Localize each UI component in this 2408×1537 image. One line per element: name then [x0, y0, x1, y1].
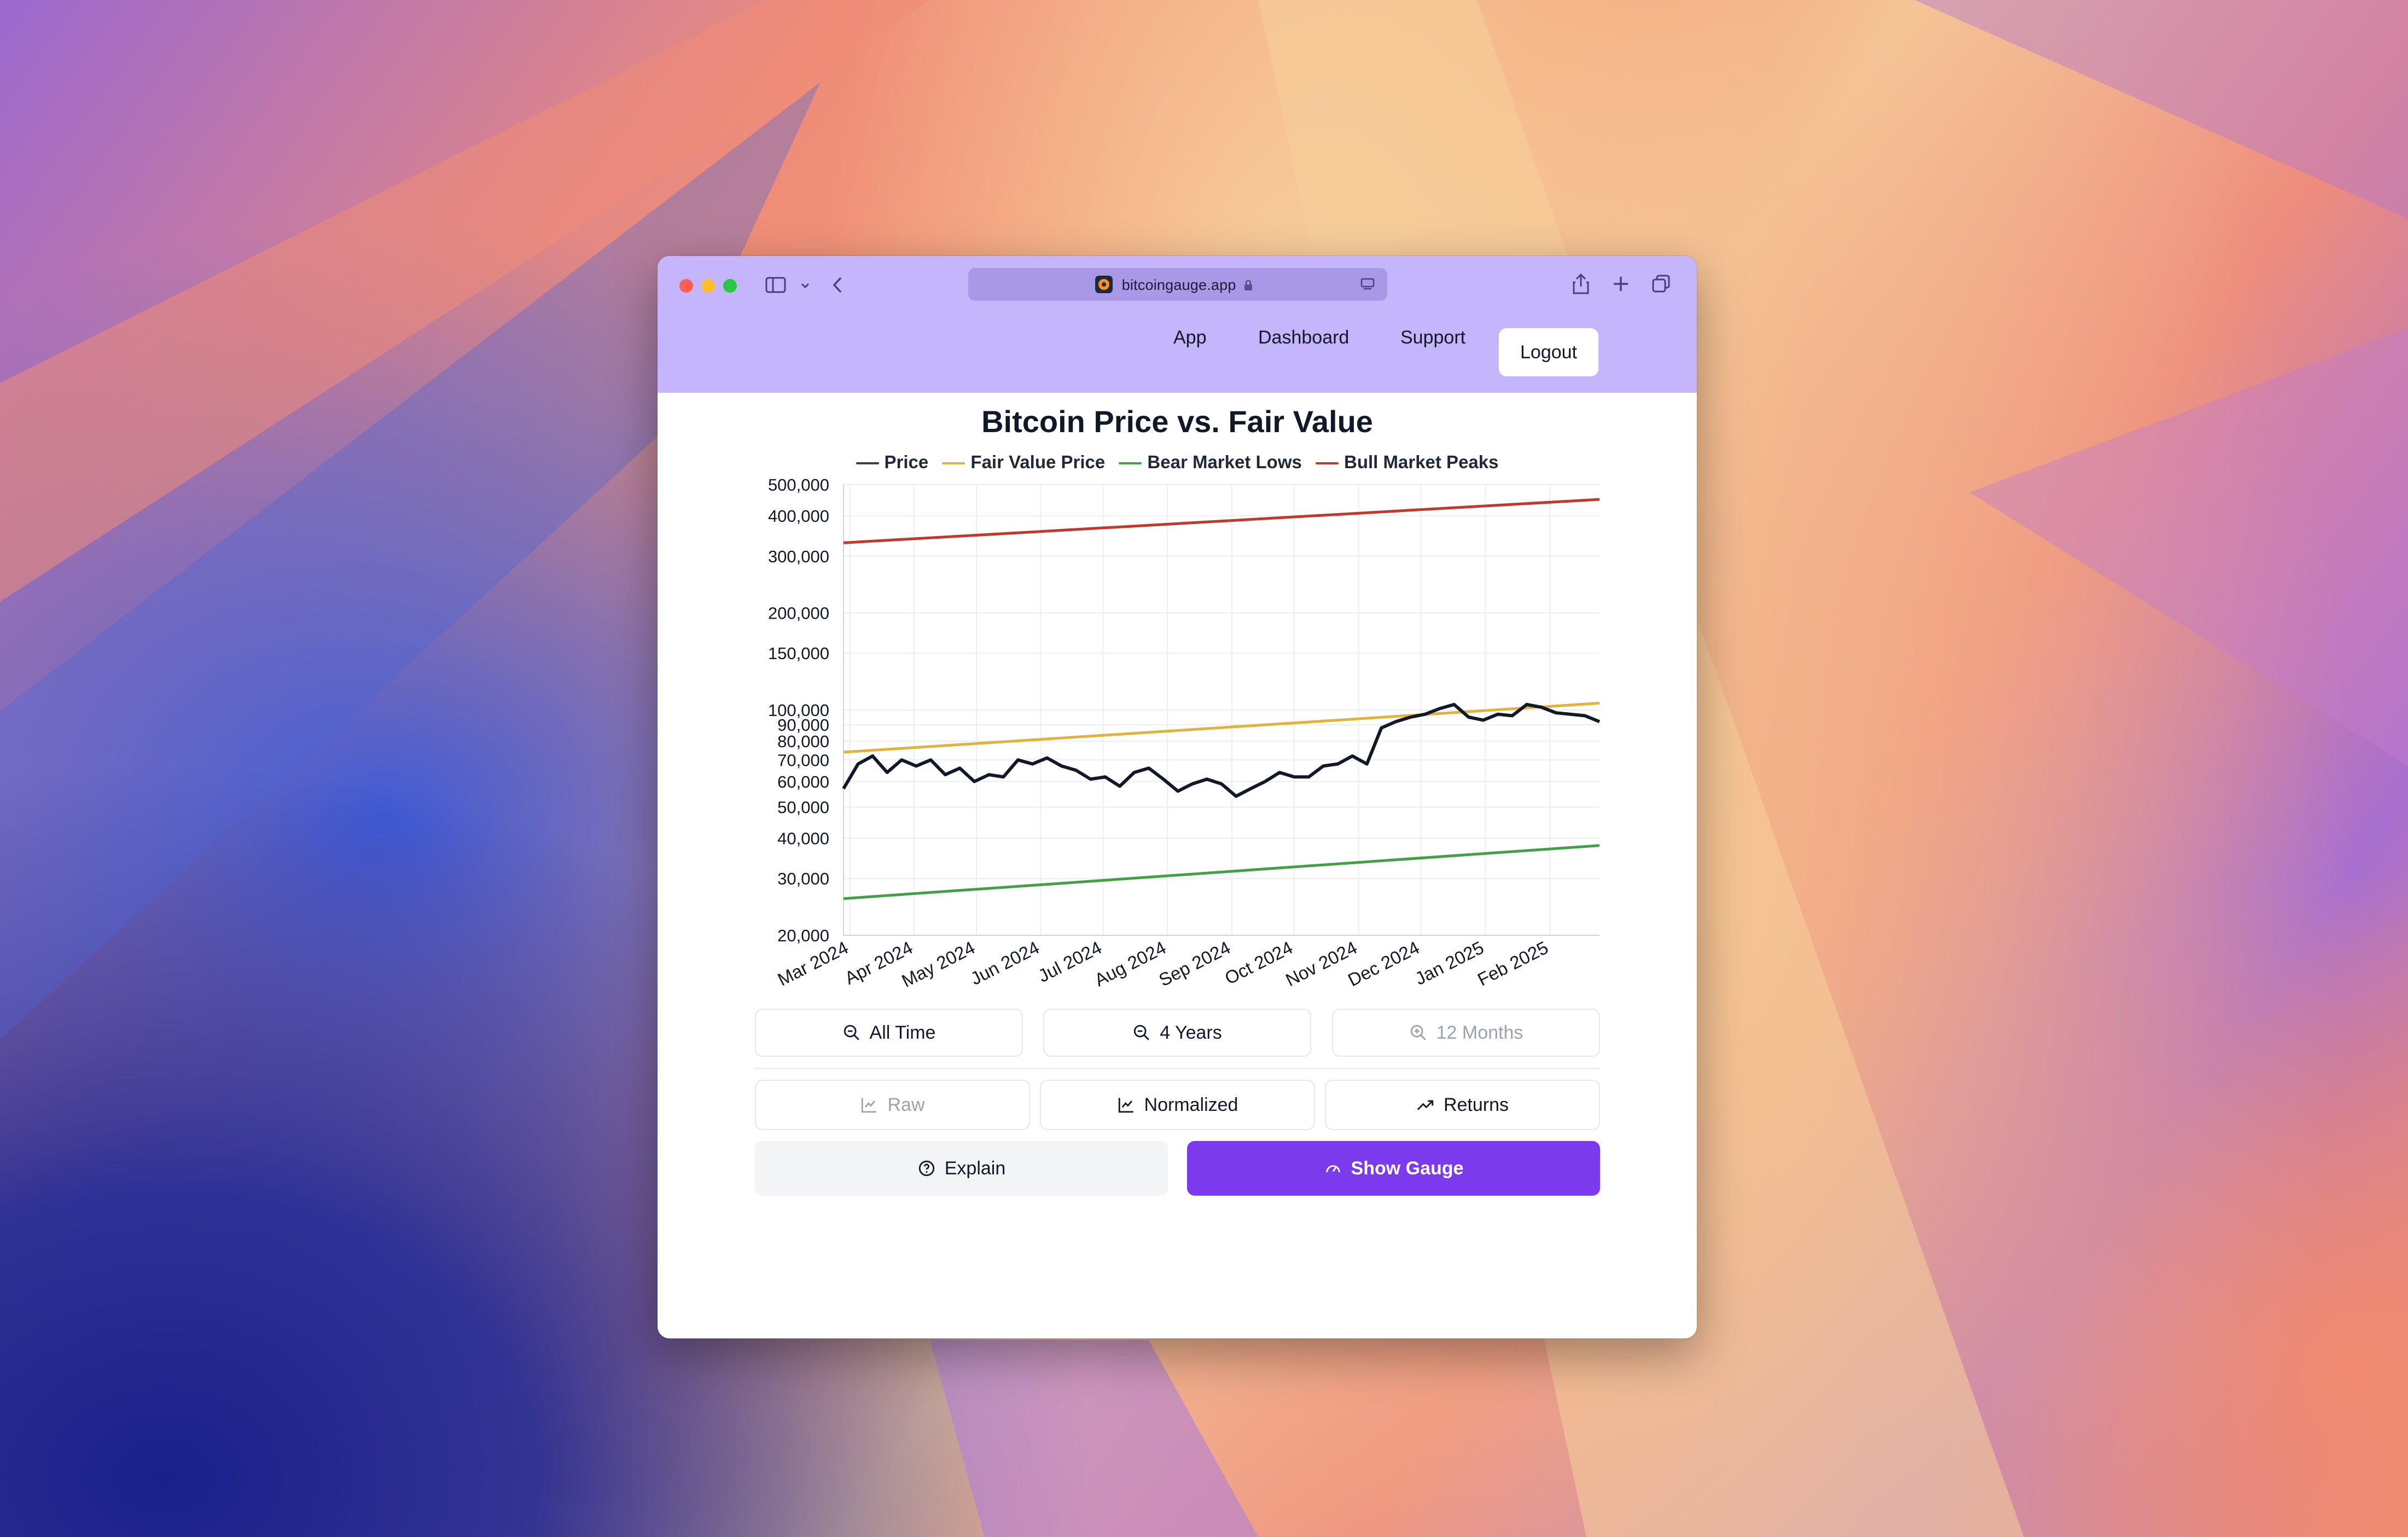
- returns-button[interactable]: Returns: [1325, 1080, 1600, 1130]
- series-line-bull-market-peaks: [843, 498, 1600, 544]
- x-tick-label: Nov 2024: [1282, 937, 1360, 990]
- y-tick-label: 200,000: [768, 604, 829, 623]
- all-time-label: All Time: [869, 1022, 936, 1043]
- series-line-price: [842, 703, 1601, 798]
- series-line-bear-market-lows: [843, 844, 1600, 900]
- y-tick-label: 80,000: [777, 732, 829, 751]
- y-tick-label: 70,000: [777, 750, 829, 770]
- y-tick-label: 60,000: [777, 772, 829, 791]
- x-tick-label: Feb 2025: [1474, 937, 1551, 989]
- returns-label: Returns: [1443, 1094, 1509, 1115]
- y-tick-label: 40,000: [777, 829, 829, 848]
- divider: [755, 1068, 1601, 1069]
- zoom-out-icon: [844, 1024, 859, 1040]
- help-circle-icon: [918, 1160, 934, 1177]
- normalized-button[interactable]: Normalized: [1040, 1080, 1315, 1130]
- x-tick-label: Dec 2024: [1345, 937, 1423, 990]
- all-time-button[interactable]: All Time: [755, 1009, 1023, 1057]
- raw-button[interactable]: Raw: [755, 1080, 1030, 1130]
- gauge-icon: [1325, 1165, 1340, 1173]
- y-tick-label: 30,000: [777, 869, 829, 888]
- line-chart-icon: [862, 1098, 877, 1113]
- show-gauge-label: Show Gauge: [1351, 1157, 1464, 1179]
- twelve-months-button[interactable]: 12 Months: [1332, 1009, 1600, 1057]
- y-tick-label: 150,000: [768, 644, 829, 663]
- browser-window: bitcoingauge.app App Dashboard Support L…: [658, 256, 1697, 1338]
- y-tick-label: 50,000: [777, 797, 829, 817]
- x-tick-label: Jan 2025: [1412, 937, 1487, 989]
- raw-label: Raw: [887, 1094, 925, 1115]
- explain-button[interactable]: Explain: [755, 1141, 1168, 1196]
- line-chart-icon: [1118, 1098, 1133, 1113]
- show-gauge-button[interactable]: Show Gauge: [1187, 1141, 1600, 1196]
- trending-up-icon: [1417, 1100, 1434, 1110]
- y-tick-label: 400,000: [768, 506, 829, 526]
- four-years-label: 4 Years: [1160, 1022, 1222, 1043]
- x-tick-label: Oct 2024: [1222, 937, 1296, 988]
- twelve-months-label: 12 Months: [1436, 1022, 1523, 1043]
- y-tick-label: 20,000: [777, 926, 829, 945]
- x-tick-label: Sep 2024: [1155, 937, 1234, 990]
- four-years-button[interactable]: 4 Years: [1043, 1009, 1311, 1057]
- zoom-in-icon: [1410, 1024, 1426, 1040]
- zoom-out-icon: [1134, 1024, 1150, 1040]
- x-tick-label: Aug 2024: [1091, 937, 1170, 990]
- explain-label: Explain: [944, 1157, 1006, 1179]
- normalized-label: Normalized: [1144, 1094, 1238, 1115]
- x-tick-label: Jun 2024: [967, 937, 1043, 989]
- y-tick-label: 300,000: [768, 547, 829, 566]
- y-tick-label: 500,000: [768, 475, 829, 494]
